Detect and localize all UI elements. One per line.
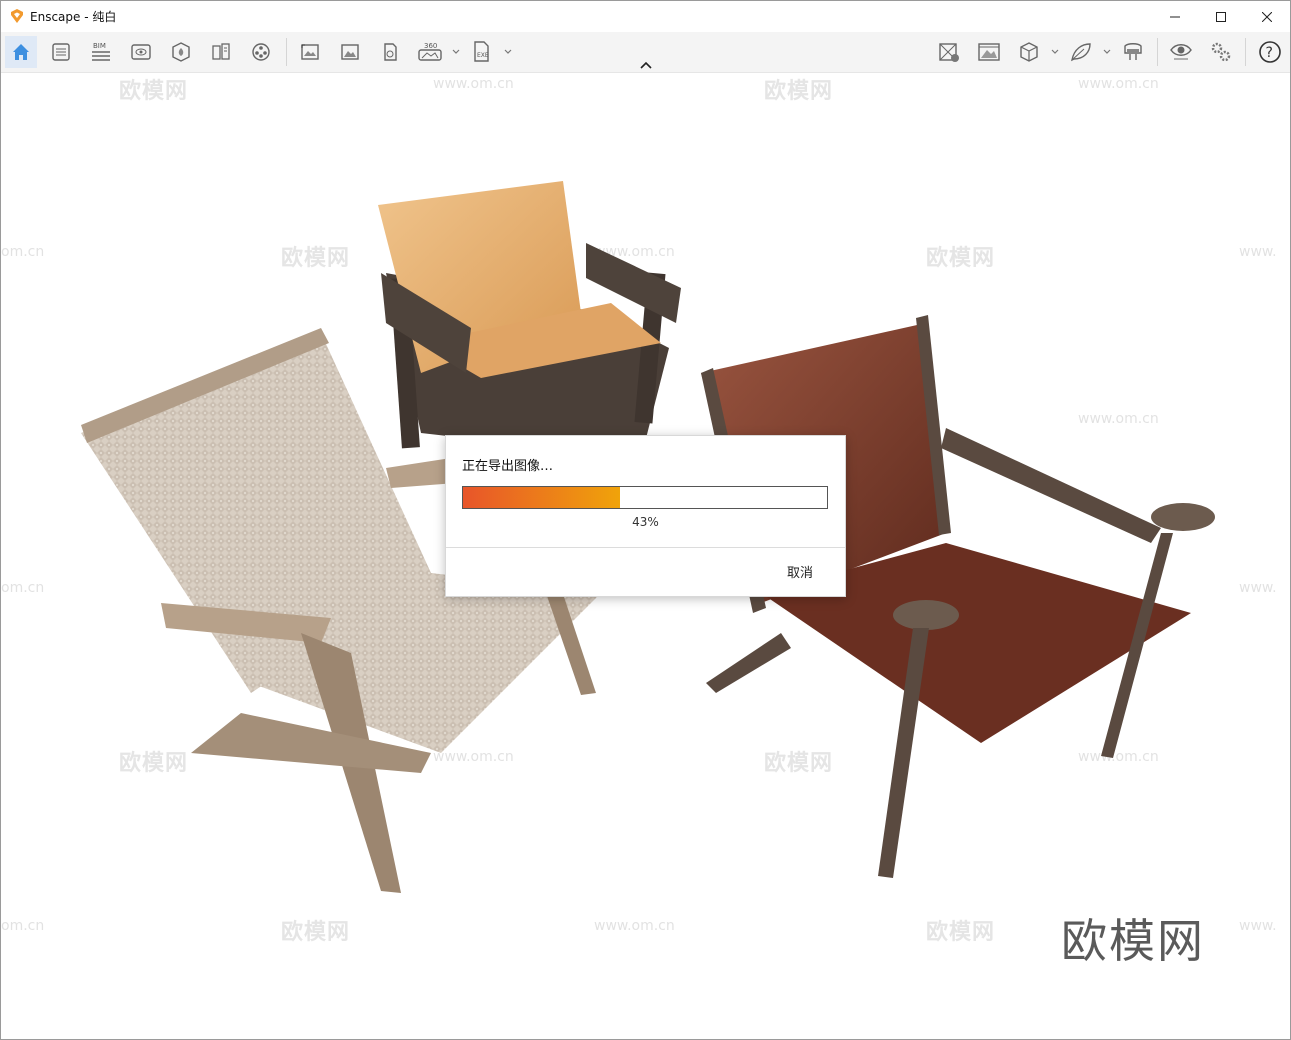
brand-watermark-logo: 欧模网: [1061, 914, 1205, 968]
tan-leather-chair: [378, 181, 681, 458]
visual-settings-icon: [131, 44, 151, 60]
asset-library-icon: [172, 42, 190, 62]
video-editor-icon: [252, 43, 270, 61]
settings-icon: [1211, 42, 1231, 62]
dialog-title: 正在导出图像…: [462, 459, 554, 474]
eye-icon: [1170, 44, 1192, 60]
model-cube-button[interactable]: [1013, 36, 1045, 68]
batch-render-button[interactable]: [334, 36, 366, 68]
enscape-logo-icon: [11, 9, 23, 23]
screenshot-button[interactable]: [294, 36, 326, 68]
minimize-icon: [1170, 16, 1180, 17]
close-icon: [1262, 11, 1272, 22]
close-button[interactable]: [1244, 1, 1290, 32]
visual-settings-button[interactable]: [125, 36, 157, 68]
panorama-360-icon: 360: [418, 42, 442, 61]
app-window: Enscape - 纯白 BIM 360 EXE ? 欧模网 www.om.cn…: [0, 0, 1291, 1040]
progress-percent: 43%: [632, 515, 659, 529]
settings-button[interactable]: [1205, 36, 1237, 68]
svg-text:?: ?: [1266, 45, 1273, 61]
help-button[interactable]: ?: [1254, 36, 1286, 68]
panorama-360-button[interactable]: 360: [414, 36, 446, 68]
material-editor-button[interactable]: [205, 36, 237, 68]
export-button[interactable]: [374, 36, 406, 68]
toolbar-separator: [286, 38, 287, 66]
window-title: Enscape - 纯白: [30, 10, 117, 24]
eye-button[interactable]: [1165, 36, 1197, 68]
cancel-button[interactable]: 取消: [787, 562, 813, 581]
views-button[interactable]: [45, 36, 77, 68]
maximize-icon: [1216, 11, 1226, 22]
material-editor-icon: [212, 43, 230, 60]
svg-text:EXE: EXE: [477, 52, 489, 59]
batch-render-icon: [341, 44, 359, 60]
exe-export-icon: EXE: [474, 41, 489, 62]
home-button[interactable]: [5, 36, 37, 68]
bim-icon: BIM: [92, 42, 110, 61]
toolbar-separator: [1245, 38, 1246, 66]
chevron-down-icon[interactable]: [451, 47, 461, 57]
site-context-button[interactable]: [933, 36, 965, 68]
export-progress-dialog: 正在导出图像… 43% 取消: [445, 435, 846, 597]
collapse-toolbar-chevron-up-icon[interactable]: [639, 59, 653, 71]
leaf-icon: [1071, 43, 1091, 62]
home-icon: [13, 44, 29, 60]
maximize-button[interactable]: [1198, 1, 1244, 32]
title-bar[interactable]: Enscape - 纯白: [1, 1, 1290, 32]
capture-button[interactable]: [973, 36, 1005, 68]
minimize-button[interactable]: [1152, 1, 1198, 32]
toolbar-separator: [1157, 38, 1158, 66]
bim-button[interactable]: BIM: [85, 36, 117, 68]
exe-export-button[interactable]: EXE: [466, 36, 498, 68]
model-cube-icon: [1020, 42, 1038, 62]
asset-library-button[interactable]: [165, 36, 197, 68]
chevron-down-icon[interactable]: [1102, 47, 1112, 57]
vr-headset-icon: [1124, 43, 1142, 60]
svg-text:360: 360: [424, 42, 437, 50]
leaf-button[interactable]: [1065, 36, 1097, 68]
help-icon: ?: [1259, 41, 1281, 63]
progress-bar: [462, 486, 828, 509]
progress-bar-fill: [463, 487, 620, 508]
views-icon: [52, 43, 70, 61]
screenshot-icon: [301, 44, 319, 60]
video-editor-button[interactable]: [245, 36, 277, 68]
site-context-icon: [939, 43, 959, 62]
dialog-divider: [446, 547, 845, 548]
capture-icon: [978, 43, 1000, 61]
chevron-down-icon[interactable]: [503, 47, 513, 57]
svg-text:BIM: BIM: [93, 42, 106, 50]
chevron-down-icon[interactable]: [1050, 47, 1060, 57]
vr-headset-button[interactable]: [1117, 36, 1149, 68]
export-icon: [384, 43, 397, 61]
